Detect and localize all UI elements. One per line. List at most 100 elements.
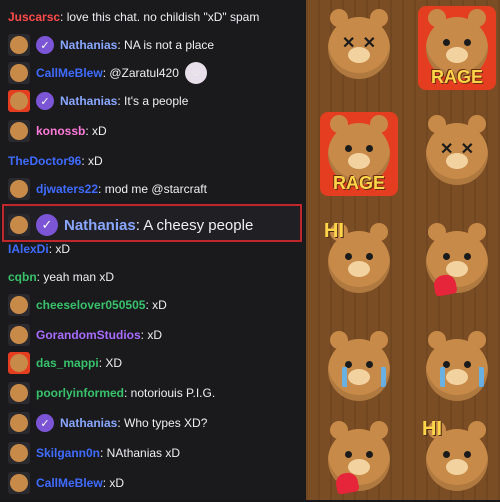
- emote-grid: ✕ ✕ RAGE RAGE ✕ ✕ HI HI: [306, 0, 500, 500]
- message-text: : It's a people: [117, 94, 189, 108]
- eye-icon: [464, 253, 471, 260]
- message-text: : xD: [85, 124, 107, 138]
- emote-tile-heart[interactable]: [418, 220, 496, 304]
- message-text: : yeah man xD: [36, 270, 115, 284]
- username[interactable]: Nathanias: [60, 416, 117, 430]
- eye-icon: [345, 253, 352, 260]
- snout-icon: [446, 47, 468, 63]
- eye-icon: [464, 39, 471, 46]
- emote-tile-cry[interactable]: [320, 328, 398, 412]
- eye-icon: [366, 451, 373, 458]
- chat-message[interactable]: ✓ Nathanias: It's a people: [8, 90, 304, 112]
- emote-tile-cry[interactable]: [418, 328, 496, 412]
- hi-label: HI: [324, 220, 344, 242]
- eye-icon: [443, 451, 450, 458]
- username[interactable]: konossb: [36, 124, 85, 138]
- chat-message-highlighted[interactable]: ✓ Nathanias : A cheesy people: [8, 214, 304, 236]
- eye-icon: [366, 145, 373, 152]
- bear-face-icon: [10, 36, 28, 54]
- chat-message[interactable]: djwaters22: mod me @starcraft: [8, 178, 304, 200]
- username[interactable]: Nathanias: [60, 38, 117, 52]
- x-eye-icon: ✕: [342, 35, 356, 52]
- bear-face-icon: [10, 444, 28, 462]
- bear-emote-icon: [8, 214, 30, 236]
- chat-message[interactable]: Skilgann0n: NAthanias xD: [8, 442, 304, 464]
- cry-bear-icon: [328, 331, 390, 401]
- chat-message[interactable]: TheDoctor96: xD: [8, 150, 304, 172]
- message-text: : xD: [102, 476, 125, 490]
- chat-message[interactable]: GorandomStudios: xD: [8, 324, 304, 346]
- rage-emote-icon: [8, 90, 30, 112]
- message-text: : NAthanias xD: [100, 446, 181, 460]
- emote-tile-heart[interactable]: [320, 418, 398, 502]
- dead-bear-icon: ✕ ✕: [328, 9, 390, 79]
- eye-icon: [345, 145, 352, 152]
- heart-bear-icon: [426, 223, 488, 297]
- emote-tile-dead[interactable]: ✕ ✕: [320, 6, 398, 90]
- username[interactable]: cqbn: [8, 270, 37, 284]
- chat-message[interactable]: konossb: xD: [8, 120, 304, 142]
- username[interactable]: CallMeBlew: [36, 476, 103, 490]
- username[interactable]: poorlyinformed: [36, 386, 124, 400]
- chat-message[interactable]: Juscarsc: love this chat. no childish "x…: [8, 6, 304, 28]
- username[interactable]: Juscarsc: [8, 10, 60, 24]
- emote-tile-rage[interactable]: RAGE: [418, 6, 496, 90]
- chat-message[interactable]: CallMeBlew: xD: [8, 472, 304, 494]
- snout-icon: [446, 459, 468, 475]
- x-eye-icon: ✕: [460, 141, 474, 158]
- username[interactable]: GorandomStudios: [36, 328, 141, 342]
- username[interactable]: das_mappi: [36, 356, 99, 370]
- username[interactable]: Nathanias: [60, 94, 117, 108]
- chat-message[interactable]: CallMeBlew: @Zaratul420 ☺: [8, 62, 304, 84]
- bear-emote-icon: [8, 324, 30, 346]
- bear-emote-icon: [8, 178, 30, 200]
- emote-tile-hi[interactable]: HI: [418, 418, 496, 502]
- username[interactable]: CallMeBlew: [36, 66, 103, 80]
- emote-tile-dead[interactable]: ✕ ✕: [418, 112, 496, 196]
- emote-tile-rage[interactable]: RAGE: [320, 112, 398, 196]
- username[interactable]: cheeselover050505: [36, 298, 145, 312]
- verified-badge-icon: ✓: [36, 414, 54, 432]
- heart-bear-icon: [328, 421, 390, 495]
- snout-icon: [348, 261, 370, 277]
- bear-emote-icon: [8, 472, 30, 494]
- chat-message[interactable]: ✓ Nathanias: NA is not a place: [8, 34, 304, 56]
- message-text: : xD: [48, 242, 71, 256]
- chat-message[interactable]: poorlyinformed: notoriouis P.I.G.: [8, 382, 304, 404]
- bear-emote-icon: [8, 34, 30, 56]
- bear-face-icon: [10, 354, 28, 372]
- bear-face-icon: [10, 180, 28, 198]
- hi-label: HI: [422, 418, 442, 440]
- bear-emote-icon: [8, 442, 30, 464]
- message-text: : love this chat. no childish "xD" spam: [60, 10, 260, 24]
- highlighted-message[interactable]: ✓ Nathanias : A cheesy people: [2, 204, 302, 242]
- bear-face-icon: [10, 122, 28, 140]
- bear-face-icon: [10, 296, 28, 314]
- cry-bear-icon: [426, 331, 488, 401]
- bear-emote-icon: [8, 294, 30, 316]
- emote-tile-hi[interactable]: HI: [320, 220, 398, 304]
- x-eye-icon: ✕: [440, 141, 454, 158]
- eye-icon: [366, 253, 373, 260]
- bear-face-icon: [10, 384, 28, 402]
- dead-bear-icon: ✕ ✕: [426, 115, 488, 185]
- username[interactable]: TheDoctor96: [8, 154, 81, 168]
- chat-message[interactable]: cheeselover050505: xD: [8, 294, 304, 316]
- chat-message[interactable]: ✓ Nathanias: Who types XD?: [8, 412, 304, 434]
- chat-panel: Juscarsc: love this chat. no childish "x…: [0, 0, 306, 500]
- eye-icon: [345, 451, 352, 458]
- bear-emote-icon: [8, 382, 30, 404]
- message-text: : Who types XD?: [117, 416, 208, 430]
- message-text: : mod me @starcraft: [98, 182, 207, 196]
- username[interactable]: Nathanias: [64, 217, 136, 234]
- username[interactable]: Skilgann0n: [36, 446, 100, 460]
- chat-message[interactable]: das_mappi: XD: [8, 352, 304, 374]
- bear-face-icon: [10, 92, 28, 110]
- chat-message[interactable]: cqbn: yeah man xD: [8, 266, 304, 288]
- rage-emote-icon: [8, 352, 30, 374]
- username[interactable]: IAlexDi: [8, 242, 49, 256]
- message-text: : A cheesy people: [135, 216, 254, 234]
- avatar-emote-icon: ☺: [184, 62, 207, 84]
- username[interactable]: djwaters22: [36, 182, 98, 196]
- bear-face-icon: [10, 474, 28, 492]
